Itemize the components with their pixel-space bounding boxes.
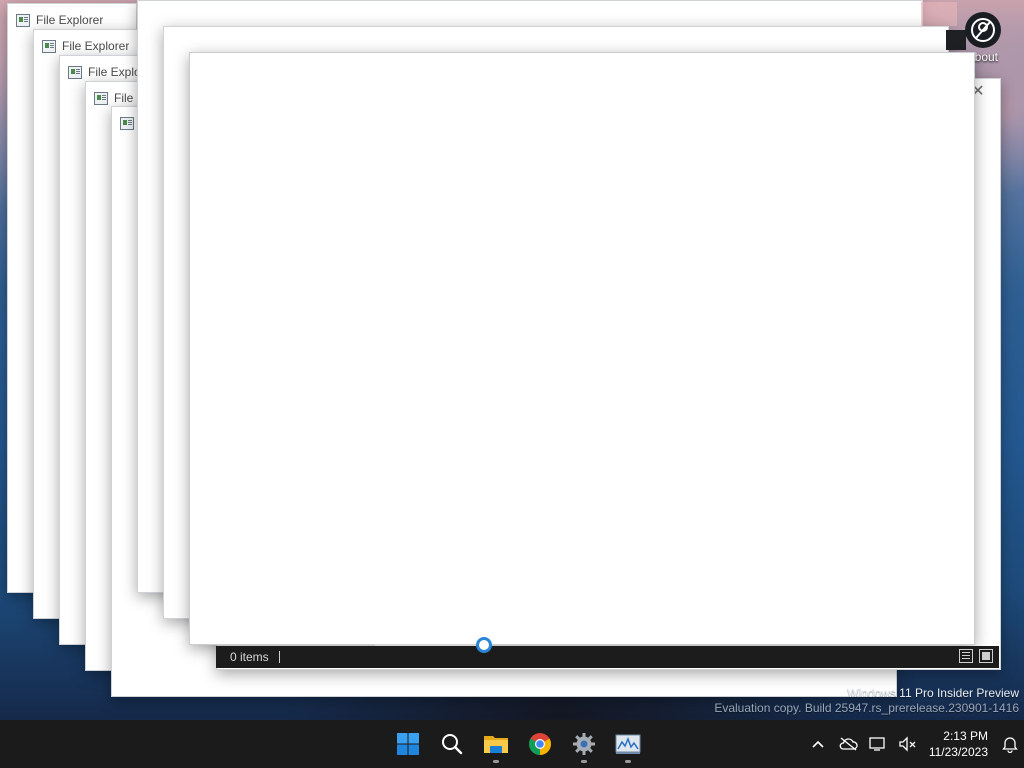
- bell-icon: [1002, 737, 1018, 753]
- app-icon: [94, 91, 108, 105]
- folder-icon: [484, 736, 508, 753]
- search-button[interactable]: [430, 720, 474, 768]
- window-titlebar[interactable]: File Explorer: [16, 12, 103, 28]
- user-circle-icon: [965, 12, 1001, 48]
- blank-window-front[interactable]: [189, 52, 975, 645]
- windows-logo-icon: [397, 733, 419, 755]
- performance-monitor-button[interactable]: [606, 720, 650, 768]
- window-close-hover[interactable]: [921, 2, 957, 26]
- volume-muted-icon: [899, 736, 916, 752]
- status-bar: 0 items: [216, 646, 999, 668]
- chrome-icon: [529, 733, 551, 755]
- search-icon: [442, 734, 463, 755]
- item-count: 0 items: [230, 650, 269, 664]
- app-icon: [120, 116, 134, 130]
- show-hidden-icons-button[interactable]: [803, 720, 833, 768]
- network-button[interactable]: [863, 720, 893, 768]
- window-title: File Explorer: [62, 39, 130, 53]
- running-indicator: [581, 760, 587, 763]
- system-tray: 2:13 PM 11/23/2023: [803, 720, 1024, 768]
- watermark-line-1: Windows 11 Pro Insider Preview: [847, 686, 1019, 700]
- clock-time: 2:13 PM: [943, 729, 988, 743]
- chevron-up-icon: [812, 740, 824, 748]
- watermark-line-2: Evaluation copy. Build 25947.rs_prerelea…: [714, 701, 1019, 715]
- gear-icon: [573, 733, 595, 755]
- window-edge: [946, 30, 966, 50]
- window-titlebar[interactable]: File Explorer: [42, 38, 129, 54]
- running-indicator: [493, 760, 499, 763]
- resize-edge: [375, 644, 485, 646]
- app-icon: [68, 65, 82, 79]
- status-divider: [278, 651, 280, 663]
- app-icon: [16, 13, 30, 27]
- taskbar: 2:13 PM 11/23/2023: [0, 720, 1024, 768]
- onedrive-button[interactable]: [833, 720, 863, 768]
- chrome-button[interactable]: [518, 720, 562, 768]
- details-view-icon[interactable]: [959, 649, 973, 663]
- app-icon: [42, 39, 56, 53]
- notifications-button[interactable]: [996, 720, 1024, 768]
- evaluation-watermark: Windows 11 Pro Insider Preview Evaluatio…: [714, 686, 1019, 716]
- running-indicator: [625, 760, 631, 763]
- settings-button[interactable]: [562, 720, 606, 768]
- cloud-offline-icon: [839, 737, 858, 751]
- busy-cursor-icon: [476, 637, 492, 653]
- start-button[interactable]: [386, 720, 430, 768]
- monitor-chart-icon: [615, 734, 641, 754]
- window-title: File Explorer: [36, 13, 104, 27]
- large-icons-view-icon[interactable]: [979, 649, 993, 663]
- clock-date: 11/23/2023: [928, 745, 988, 759]
- volume-button[interactable]: [893, 720, 923, 768]
- view-switcher: [959, 649, 993, 663]
- file-explorer-button[interactable]: [474, 720, 518, 768]
- window-titlebar[interactable]: File: [94, 90, 133, 106]
- clock[interactable]: 2:13 PM 11/23/2023: [923, 728, 996, 760]
- network-icon: [869, 737, 885, 751]
- window-title: File: [114, 91, 134, 105]
- taskbar-apps: [386, 720, 650, 768]
